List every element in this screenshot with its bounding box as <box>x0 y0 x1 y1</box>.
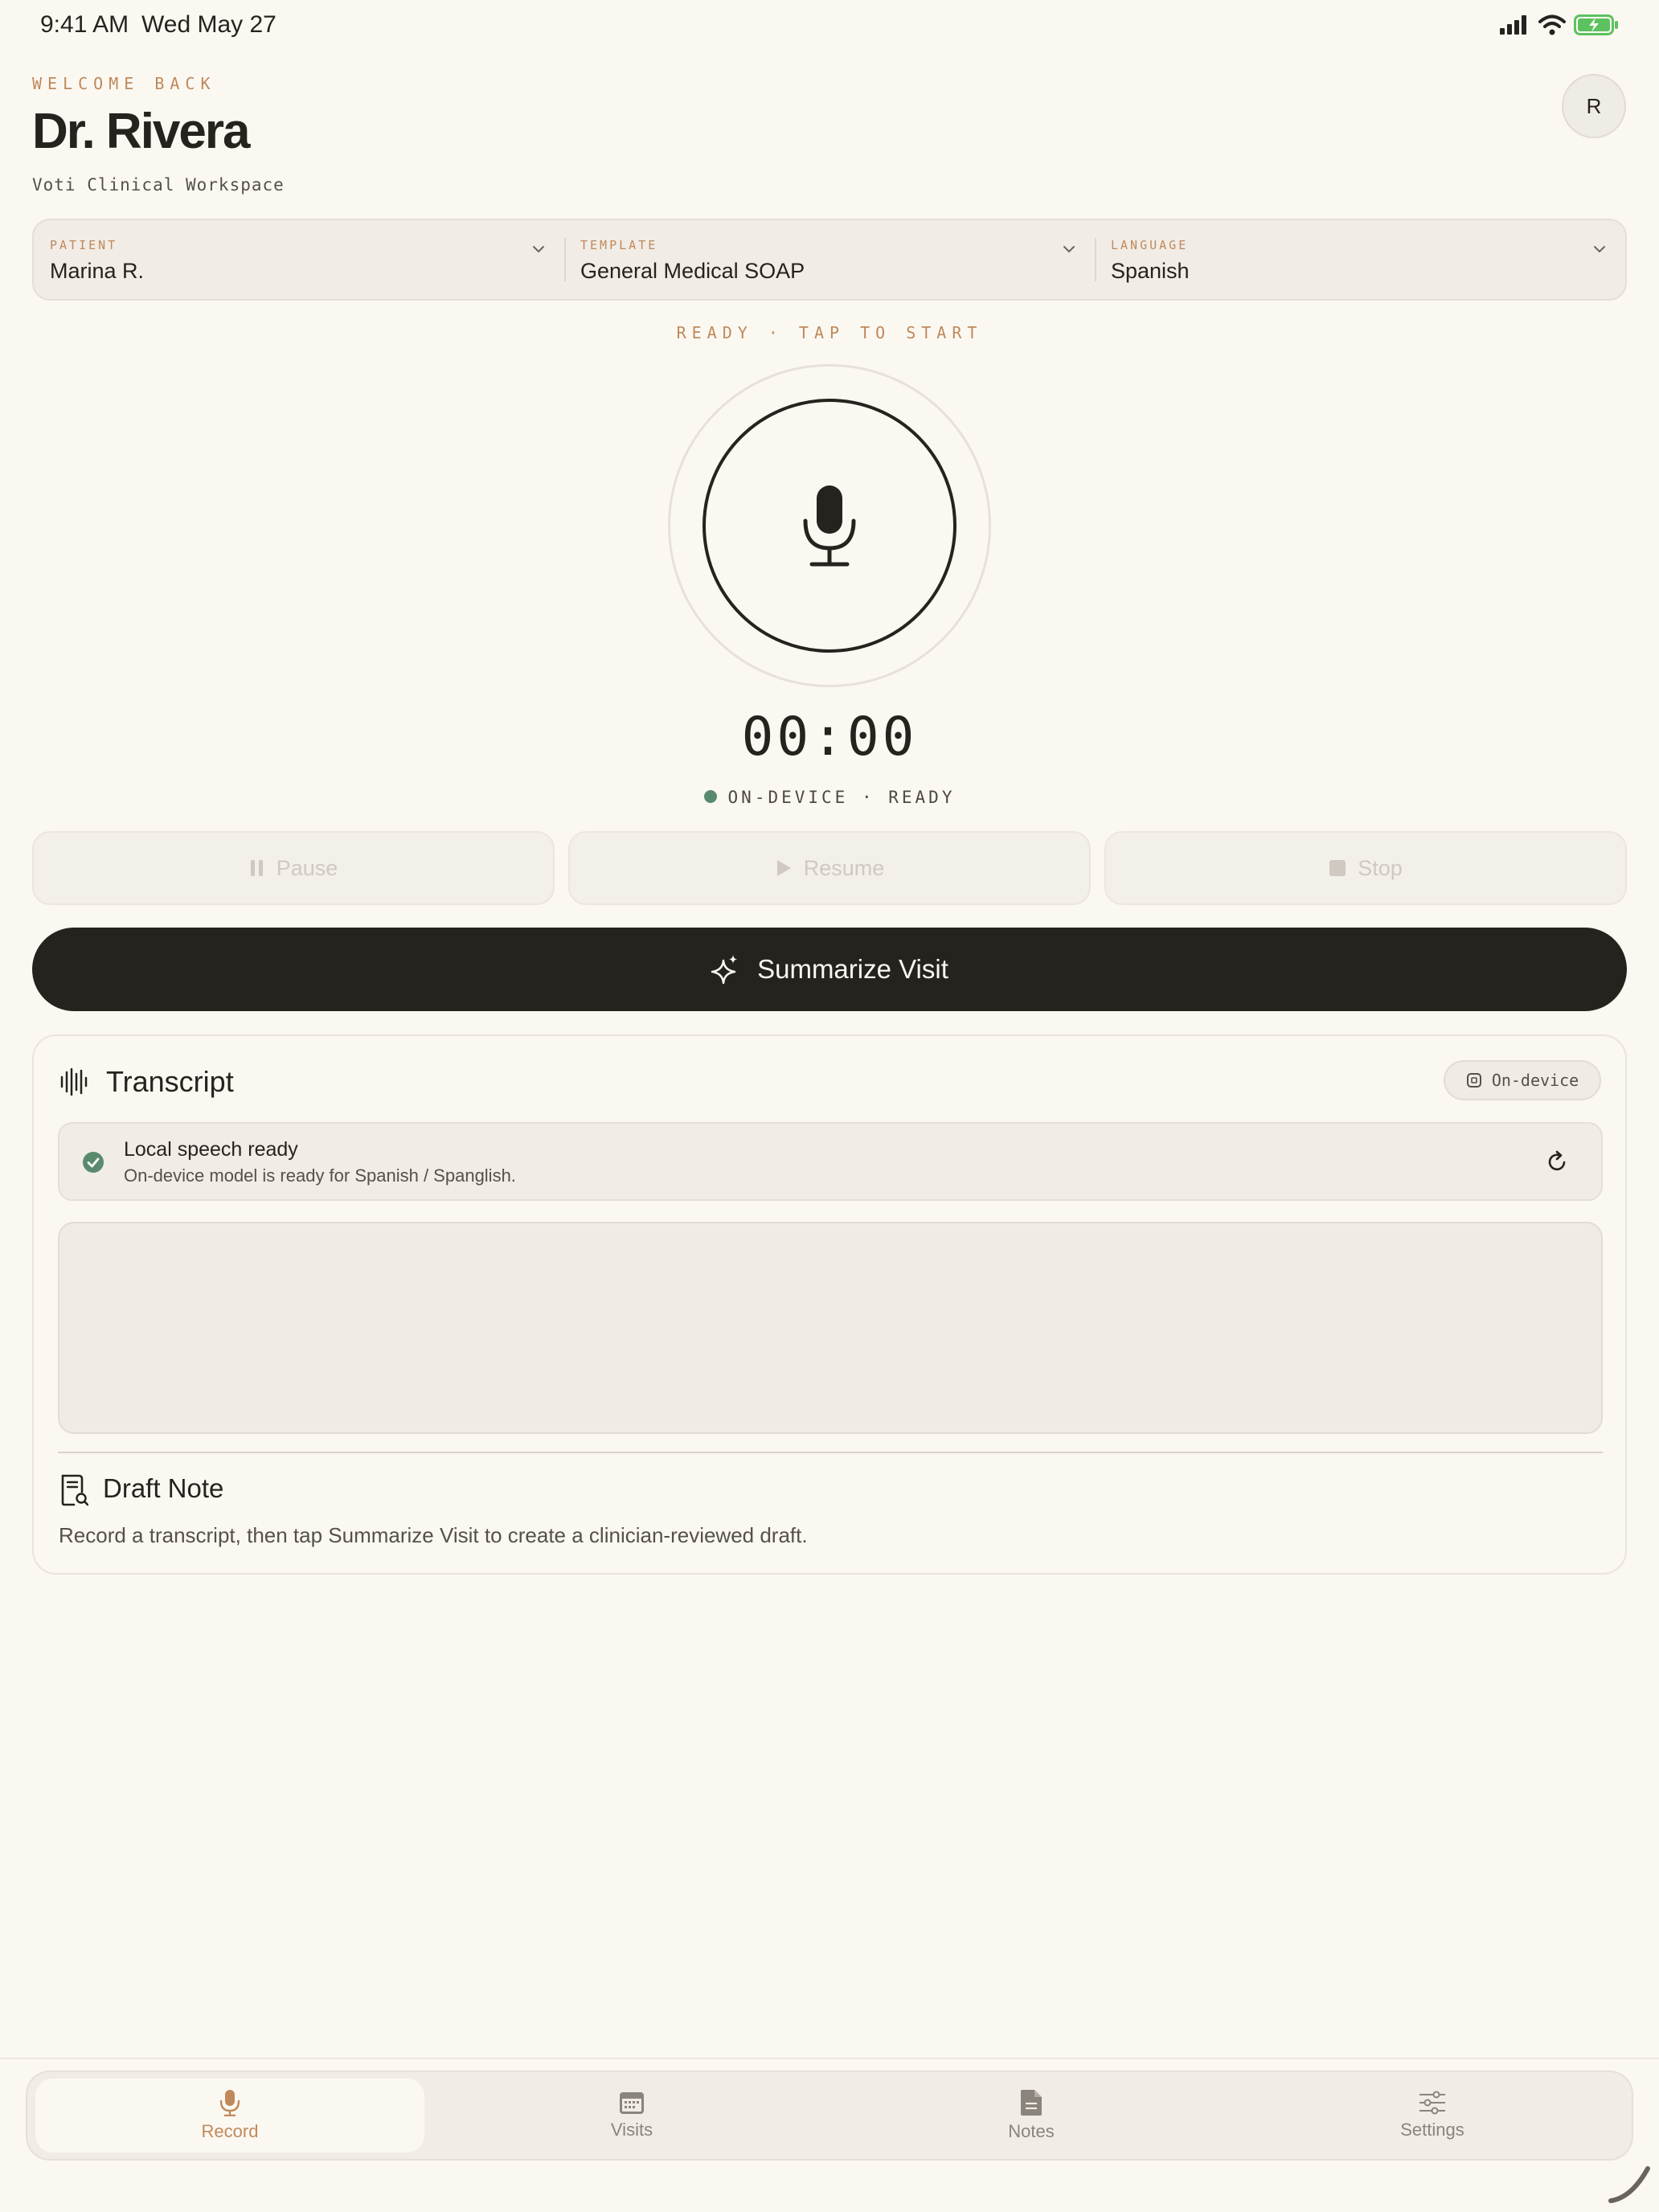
language-label: LANGUAGE <box>1111 238 1189 252</box>
summarize-label: Summarize Visit <box>757 954 948 984</box>
section-divider <box>58 1452 1603 1453</box>
signal-icon <box>1500 15 1526 35</box>
patient-value: Marina R. <box>50 259 145 283</box>
speech-status-banner: Local speech ready On-device model is re… <box>58 1122 1603 1201</box>
document-search-icon <box>61 1474 88 1506</box>
patient-dropdown[interactable]: PATIENT Marina R. <box>34 220 564 299</box>
calendar-icon <box>620 2092 644 2114</box>
stop-button[interactable]: Stop <box>1104 831 1627 905</box>
mic-icon <box>219 2090 240 2116</box>
tab-record-label: Record <box>201 2121 259 2141</box>
status-time: 9:41 AM <box>40 11 129 38</box>
check-circle-icon <box>83 1152 104 1173</box>
status-bar: 9:41 AM Wed May 27 <box>0 0 1659 51</box>
recorder-prompt: READY · TAP TO START <box>676 323 983 342</box>
patient-label: PATIENT <box>50 238 118 252</box>
chevron-down-icon <box>1063 246 1075 253</box>
tab-notes[interactable]: Notes <box>837 2079 1226 2153</box>
battery-icon <box>1574 14 1618 35</box>
recording-timer: 00:00 <box>741 706 918 768</box>
on-device-badge: On-device <box>1444 1060 1601 1100</box>
tab-settings-label: Settings <box>1400 2120 1464 2140</box>
waveform-icon <box>60 1068 88 1096</box>
record-button[interactable] <box>703 399 956 653</box>
session-selector-bar: PATIENT Marina R. TEMPLATE General Medic… <box>32 219 1627 301</box>
chevron-down-icon <box>1594 246 1605 253</box>
resume-button[interactable]: Resume <box>568 831 1091 905</box>
doctor-name: Dr. Rivera <box>32 104 251 159</box>
document-icon <box>1021 2090 1042 2116</box>
workspace-subtitle: Voti Clinical Workspace <box>32 175 285 195</box>
template-label: TEMPLATE <box>580 238 658 252</box>
pause-icon <box>250 860 263 876</box>
template-dropdown[interactable]: TEMPLATE General Medical SOAP <box>564 220 1095 299</box>
tab-notes-label: Notes <box>1008 2121 1055 2141</box>
tab-visits-label: Visits <box>610 2120 653 2140</box>
sparkle-icon <box>711 955 738 985</box>
stop-icon <box>1329 860 1346 876</box>
engine-status-text: ON-DEVICE · READY <box>727 788 956 807</box>
pause-label: Pause <box>276 855 338 880</box>
chip-icon <box>1466 1073 1481 1088</box>
avatar[interactable]: R <box>1562 74 1626 138</box>
transcript-card: Transcript On-device Local speech ready … <box>32 1034 1627 1575</box>
pause-button[interactable]: Pause <box>32 831 555 905</box>
wifi-icon <box>1538 14 1566 35</box>
welcome-label: WELCOME BACK <box>32 74 216 93</box>
transcript-text-area[interactable] <box>58 1222 1603 1434</box>
transcript-title: Transcript <box>106 1065 234 1098</box>
engine-status: ON-DEVICE · READY <box>0 788 1659 807</box>
status-date: Wed May 27 <box>141 11 276 38</box>
home-indicator-icon <box>1608 2166 1650 2203</box>
draft-note-text: Record a transcript, then tap Summarize … <box>59 1523 808 1547</box>
tab-visits[interactable]: Visits <box>437 2079 826 2153</box>
language-dropdown[interactable]: LANGUAGE Spanish <box>1095 220 1625 299</box>
tab-bar-divider <box>0 2058 1659 2059</box>
resume-label: Resume <box>803 855 885 880</box>
speech-status-subtitle: On-device model is ready for Spanish / S… <box>124 1165 516 1186</box>
tab-settings[interactable]: Settings <box>1238 2079 1627 2153</box>
sliders-icon <box>1419 2091 1445 2115</box>
tab-bar: Record Visits Notes Settings <box>26 2071 1633 2161</box>
on-device-badge-label: On-device <box>1491 1071 1579 1090</box>
draft-note-title: Draft Note <box>103 1473 224 1503</box>
play-icon <box>776 860 791 876</box>
summarize-visit-button[interactable]: Summarize Visit <box>32 928 1627 1011</box>
speech-status-title: Local speech ready <box>124 1138 298 1161</box>
refresh-icon[interactable] <box>1546 1149 1569 1174</box>
language-value: Spanish <box>1111 259 1190 283</box>
template-value: General Medical SOAP <box>580 259 805 283</box>
status-dot <box>703 790 717 803</box>
mic-icon <box>803 485 856 567</box>
chevron-down-icon <box>533 246 544 253</box>
stop-label: Stop <box>1358 855 1403 880</box>
tab-record[interactable]: Record <box>35 2079 424 2153</box>
status-icons <box>1500 14 1619 35</box>
